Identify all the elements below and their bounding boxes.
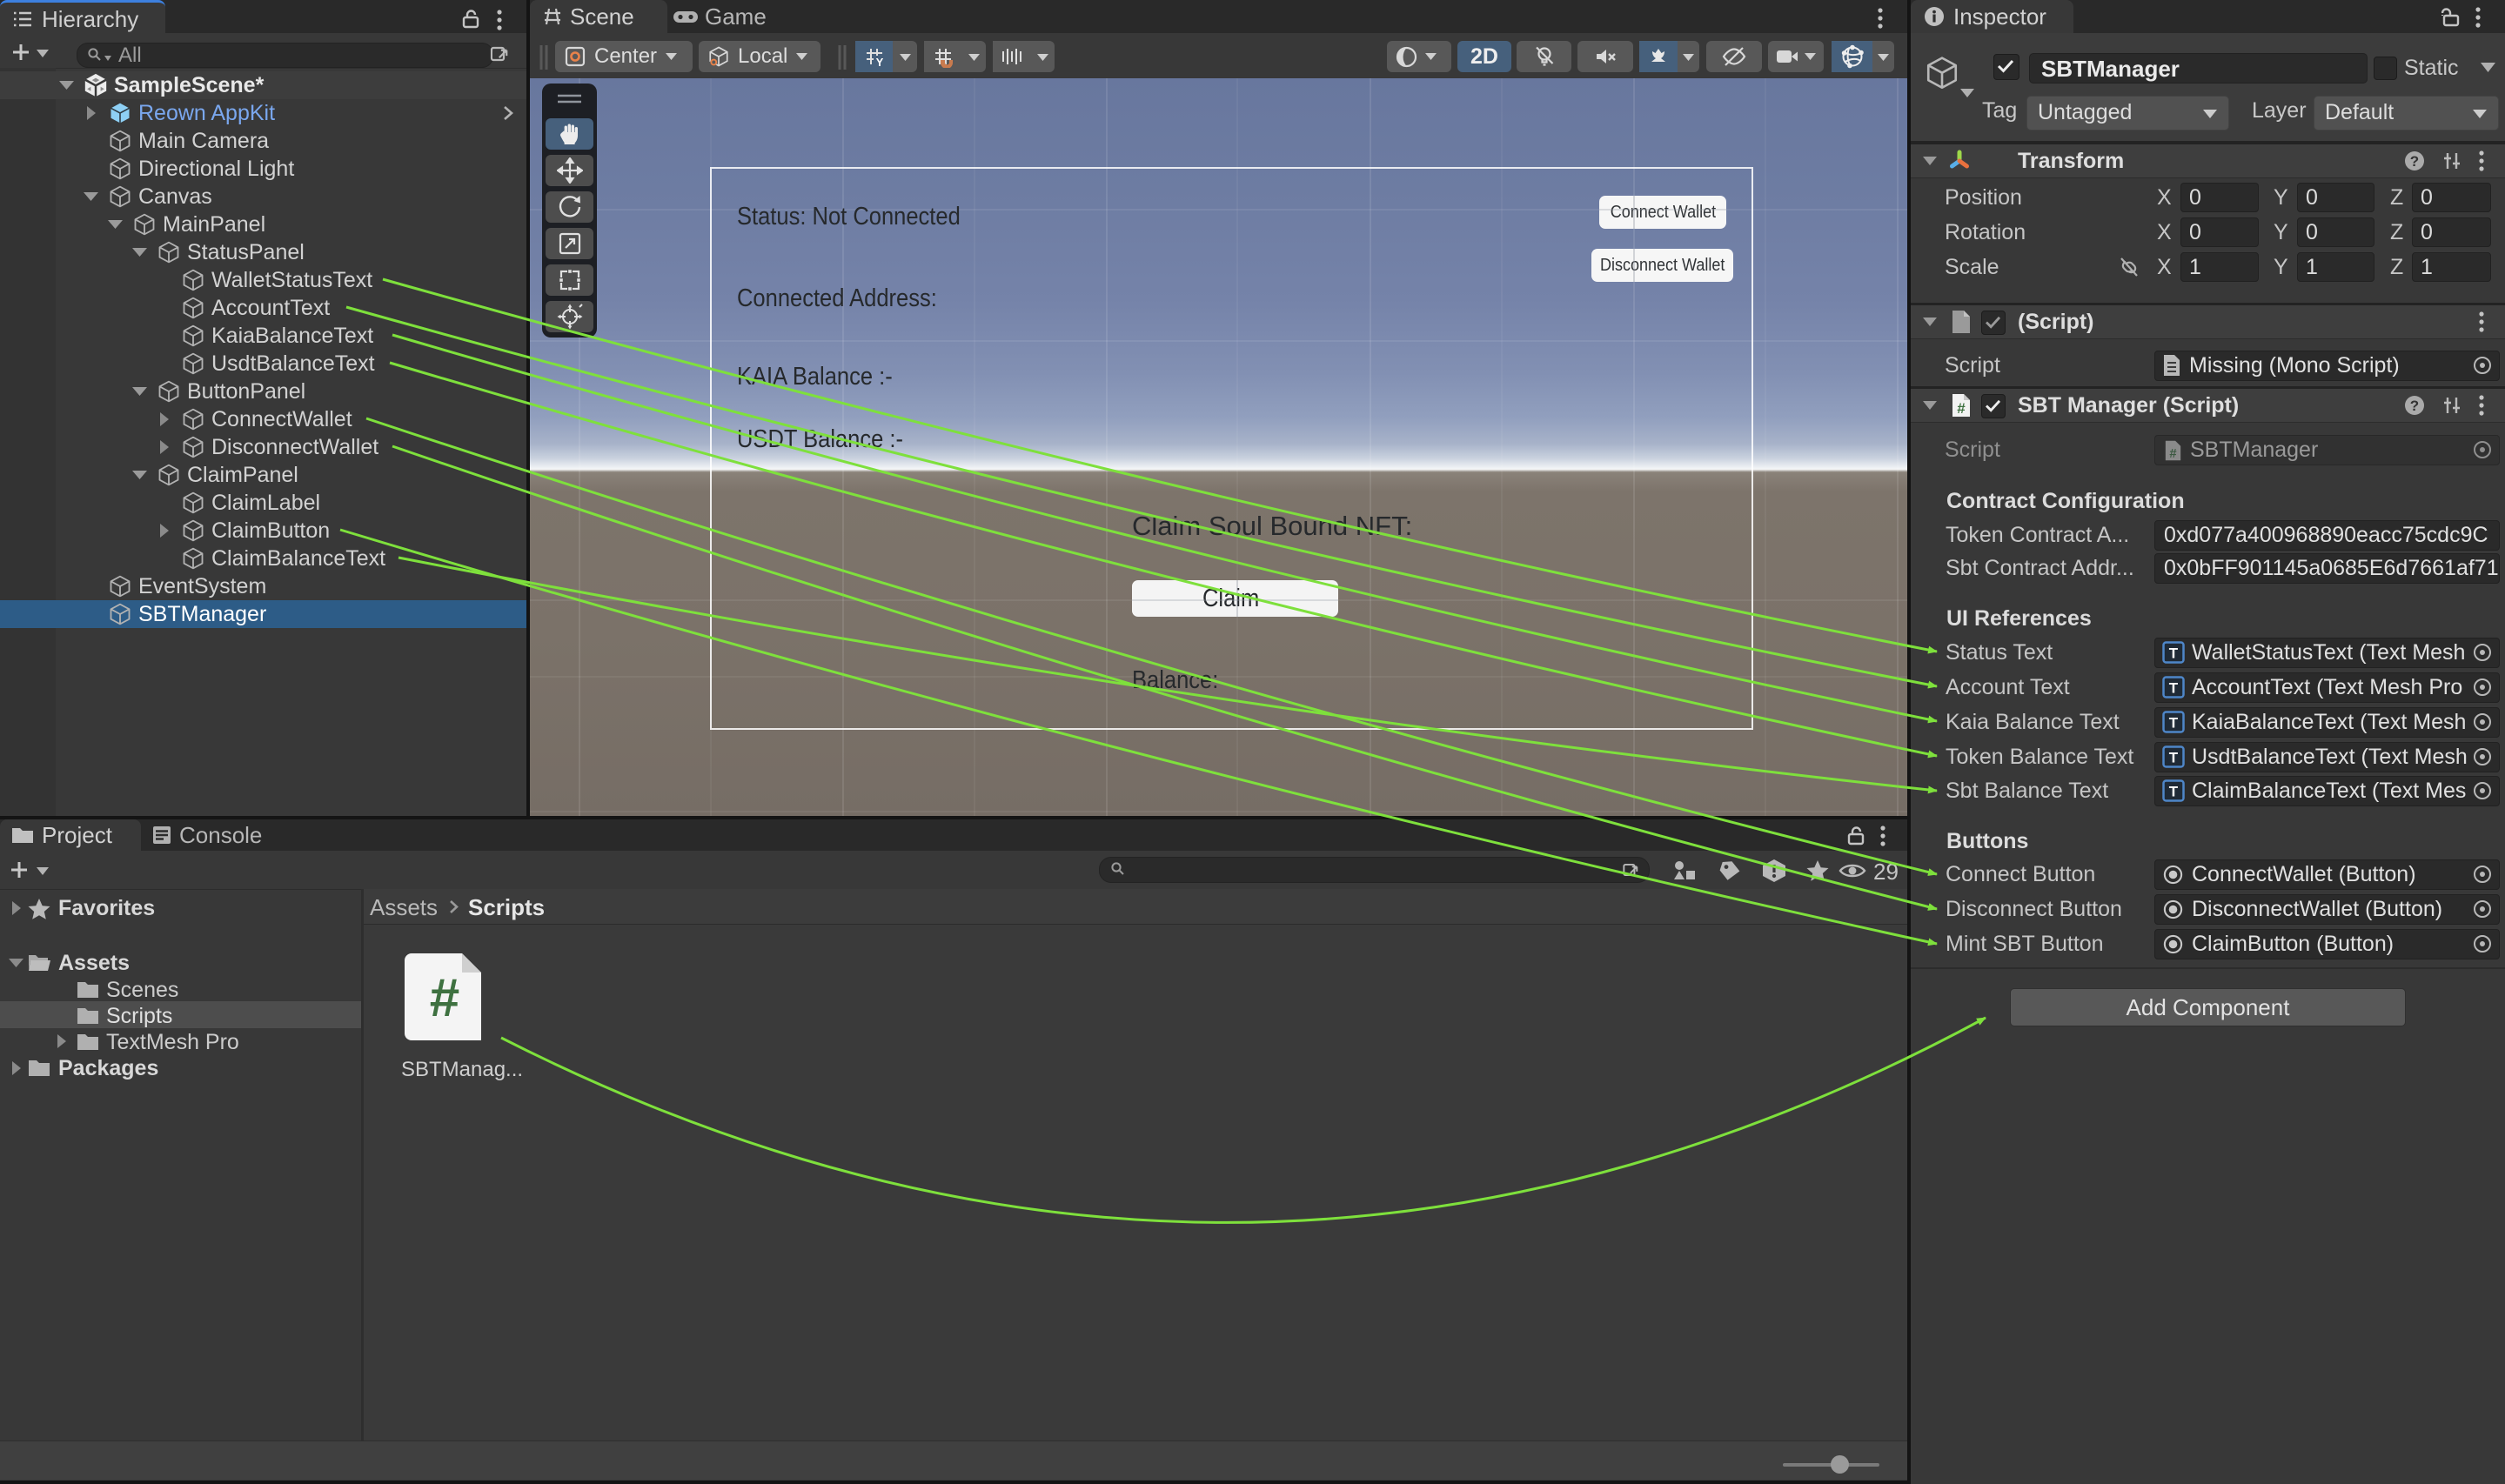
svg-text:T: T: [2169, 645, 2179, 662]
svg-text:#: #: [430, 968, 459, 1028]
svg-text:T: T: [2169, 784, 2179, 800]
svg-text:T: T: [2169, 750, 2179, 766]
svg-text:Y: Y: [875, 56, 883, 68]
svg-text:T: T: [2169, 715, 2179, 732]
svg-text:T: T: [2169, 680, 2179, 697]
svg-text:#: #: [2169, 447, 2176, 461]
